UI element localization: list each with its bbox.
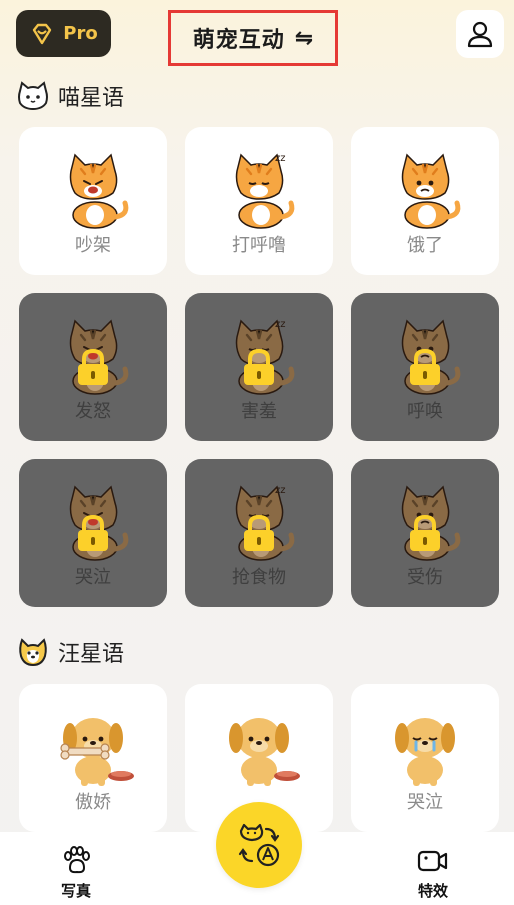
dog-illustration <box>51 704 135 788</box>
dog-illustration <box>383 704 467 788</box>
lock-icon <box>244 514 274 551</box>
lock-icon <box>410 348 440 385</box>
lock-icon <box>410 514 440 551</box>
cat-face-icon <box>18 81 48 111</box>
cat-card[interactable]: 饿了 <box>351 127 499 275</box>
paw-icon <box>64 846 90 874</box>
dog-face-icon <box>19 638 47 667</box>
dog-card[interactable]: 傲娇 <box>19 684 167 832</box>
pro-badge[interactable]: Pro <box>16 10 111 57</box>
lock-icon <box>78 514 108 551</box>
card-label: 打呼噜 <box>232 235 286 256</box>
cat-section-title: 喵星语 <box>58 86 125 111</box>
svg-text:zz: zz <box>275 485 286 496</box>
cat-illustration: zz <box>217 147 301 231</box>
cat-card[interactable]: zz 打呼噜 <box>185 127 333 275</box>
cat-card[interactable]: 发怒 <box>19 293 167 441</box>
dog-card[interactable]: 哭泣 <box>351 684 499 832</box>
cat-section-header: 喵星语 <box>16 80 124 112</box>
card-label: 傲娇 <box>75 792 111 813</box>
cat-illustration <box>383 147 467 231</box>
diamond-heart-icon <box>33 23 52 44</box>
tab-effects[interactable]: 特效 <box>416 846 450 901</box>
swap-icon: ⇋ <box>294 25 314 51</box>
cat-illustration <box>51 147 135 231</box>
tab-effects-label: 特效 <box>417 882 448 900</box>
card-label: 害羞 <box>241 401 277 422</box>
pet-translate-icon <box>238 823 280 867</box>
user-icon <box>467 21 493 48</box>
pro-label: Pro <box>63 23 98 44</box>
tab-portrait[interactable]: 写真 <box>60 846 92 901</box>
dog-section-header: 汪星语 <box>16 636 124 668</box>
title-switcher[interactable]: 萌宠互动 ⇋ <box>168 10 338 66</box>
card-label: 呼唤 <box>407 401 443 422</box>
dog-section-title: 汪星语 <box>58 642 125 667</box>
card-label: 哭泣 <box>75 567 111 588</box>
svg-text:zz: zz <box>275 153 286 164</box>
tab-portrait-label: 写真 <box>60 882 91 900</box>
cat-card[interactable]: zz 抢食物 <box>185 459 333 607</box>
card-label: 饿了 <box>407 235 443 256</box>
card-label: 发怒 <box>75 401 111 422</box>
card-label: 受伤 <box>407 567 443 588</box>
cat-card[interactable]: zz 害羞 <box>185 293 333 441</box>
card-label: 哭泣 <box>407 792 443 813</box>
card-label: 吵架 <box>75 235 111 256</box>
video-camera-icon <box>417 850 448 872</box>
cat-card[interactable]: 哭泣 <box>19 459 167 607</box>
cat-card[interactable]: 呼唤 <box>351 293 499 441</box>
dog-illustration <box>217 704 301 788</box>
lock-icon <box>244 348 274 385</box>
cat-card[interactable]: 受伤 <box>351 459 499 607</box>
translate-button[interactable] <box>216 802 302 888</box>
profile-button[interactable] <box>456 10 504 58</box>
cat-card[interactable]: 吵架 <box>19 127 167 275</box>
lock-icon <box>78 348 108 385</box>
page-title: 萌宠互动 <box>192 28 285 53</box>
card-label: 抢食物 <box>232 567 286 588</box>
svg-text:zz: zz <box>275 319 286 330</box>
